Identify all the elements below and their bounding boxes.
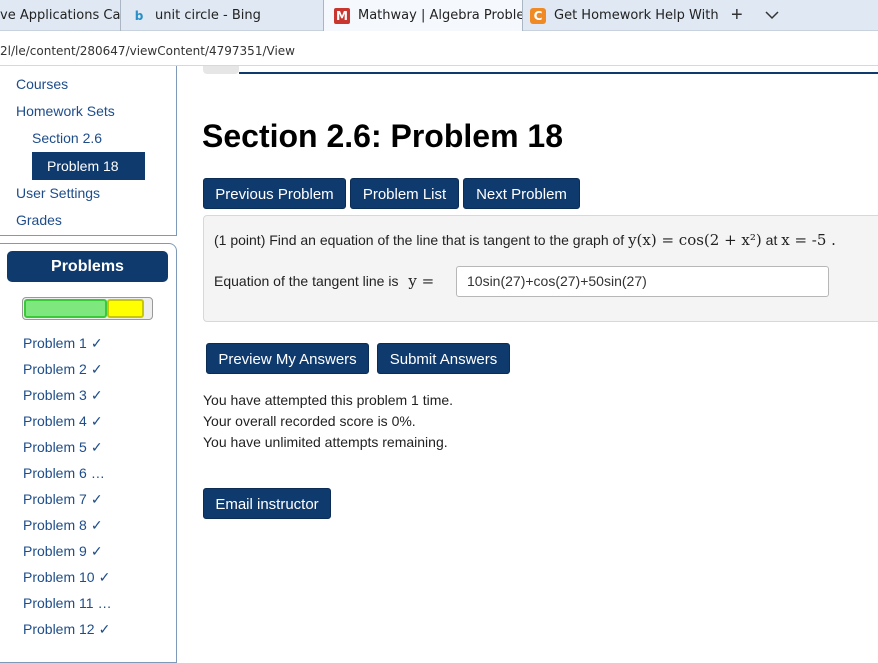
problem-item-label: Problem 10	[23, 569, 95, 585]
question-prefix: (1 point) Find an equation of the line t…	[214, 232, 625, 248]
problem-item-label: Problem 2	[23, 361, 87, 377]
problems-heading: Problems	[7, 251, 168, 282]
tab-chegg[interactable]: C Get Homework Help With C	[523, 0, 723, 31]
problems-panel: Problems Problem 1 ✓ Problem 2 ✓ Problem 3 ✓ P…	[0, 243, 177, 663]
problem-list-item[interactable]: Problem 10 ✓	[23, 569, 110, 586]
preview-answers-button[interactable]: Preview My Answers	[206, 343, 369, 374]
problem-list-item[interactable]: Problem 2 ✓	[23, 361, 103, 378]
nav-section[interactable]: Section 2.6	[32, 130, 102, 146]
email-instructor-button[interactable]: Email instructor	[203, 488, 331, 519]
page-title: Section 2.6: Problem 18	[202, 118, 564, 154]
problem-status-icon: ✓	[98, 621, 111, 637]
nav-current-problem[interactable]: Problem 18	[32, 152, 145, 180]
top-tab-stub	[203, 66, 239, 74]
submit-answers-button[interactable]: Submit Answers	[377, 343, 510, 374]
problem-item-label: Problem 9	[23, 543, 87, 559]
progress-partial	[107, 299, 144, 318]
problem-list-item[interactable]: Problem 5 ✓	[23, 439, 103, 456]
left-navigation: Courses Homework Sets Section 2.6 Proble…	[0, 66, 177, 236]
problem-list-item[interactable]: Problem 8 ✓	[23, 517, 103, 534]
answer-label: Equation of the tangent line is	[214, 273, 399, 289]
status-score: Your overall recorded score is 0%.	[203, 413, 416, 429]
nav-user-settings[interactable]: User Settings	[16, 185, 100, 201]
problem-item-label: Problem 11	[23, 595, 94, 611]
nav-homework-sets[interactable]: Homework Sets	[16, 103, 115, 119]
top-divider	[239, 72, 878, 74]
tab-mathway[interactable]: M Mathway | Algebra Problem	[324, 0, 523, 31]
question-at: at	[765, 232, 778, 248]
problem-status-icon: ✓	[90, 439, 103, 455]
tab-label: Get Homework Help With C	[554, 8, 723, 23]
problem-box: (1 point) Find an equation of the line t…	[203, 215, 878, 322]
question-point: x = -5 .	[781, 231, 836, 249]
problem-item-label: Problem 12	[23, 621, 95, 637]
tab-bing[interactable]: b unit circle - Bing	[121, 0, 324, 31]
problem-item-label: Problem 6	[23, 465, 87, 481]
progress-bar	[22, 297, 153, 320]
problem-list-item[interactable]: Problem 6…	[23, 465, 105, 481]
problem-list-item[interactable]: Problem 11…	[23, 595, 112, 611]
problem-list-item[interactable]: Problem 7 ✓	[23, 491, 103, 508]
problem-status-icon: ✓	[90, 335, 103, 351]
question-text: (1 point) Find an equation of the line t…	[214, 231, 836, 249]
problem-status-icon: …	[97, 595, 112, 611]
tab-label: unit circle - Bing	[155, 8, 261, 23]
problem-list-item[interactable]: Problem 3 ✓	[23, 387, 103, 404]
tab-label: ve Applications Calc	[0, 8, 121, 23]
progress-correct	[24, 299, 107, 318]
answer-variable: y =	[408, 272, 435, 290]
problem-list-item[interactable]: Problem 1 ✓	[23, 335, 103, 352]
problem-list-item[interactable]: Problem 12 ✓	[23, 621, 110, 638]
problem-status-icon: ✓	[90, 517, 103, 533]
problem-item-label: Problem 4	[23, 413, 87, 429]
answer-line: Equation of the tangent line is y =	[214, 272, 434, 290]
problem-item-label: Problem 8	[23, 517, 87, 533]
mathway-icon: M	[334, 7, 350, 24]
address-bar[interactable]: 2l/le/content/280647/viewContent/4797351…	[0, 31, 878, 66]
nav-grades[interactable]: Grades	[16, 212, 62, 228]
problem-list-item[interactable]: Problem 9 ✓	[23, 543, 103, 560]
chevron-down-icon[interactable]	[764, 7, 780, 23]
problem-item-label: Problem 3	[23, 387, 87, 403]
new-tab-button[interactable]: +	[731, 4, 743, 26]
problem-status-icon: ✓	[90, 361, 103, 377]
question-function: y(x) = cos(2 + x²)	[628, 231, 762, 249]
problem-item-label: Problem 5	[23, 439, 87, 455]
status-remaining: You have unlimited attempts remaining.	[203, 434, 448, 450]
answer-input[interactable]: 10sin(27)+cos(27)+50sin(27)	[456, 266, 829, 297]
problem-status-icon: ✓	[90, 543, 103, 559]
problem-list-item[interactable]: Problem 4 ✓	[23, 413, 103, 430]
url-text: 2l/le/content/280647/viewContent/4797351…	[0, 44, 295, 58]
tab-label: Mathway | Algebra Problem	[358, 8, 523, 23]
bing-icon: b	[134, 8, 144, 23]
chegg-icon: C	[530, 7, 546, 24]
problem-item-label: Problem 1	[23, 335, 87, 351]
status-attempts: You have attempted this problem 1 time.	[203, 392, 454, 408]
next-problem-button[interactable]: Next Problem	[463, 178, 580, 209]
tab-applications-calc[interactable]: ve Applications Calc	[0, 0, 121, 31]
browser-tab-strip: ve Applications Calc b unit circle - Bin…	[0, 0, 878, 31]
nav-courses[interactable]: Courses	[16, 76, 68, 92]
problem-item-label: Problem 7	[23, 491, 87, 507]
previous-problem-button[interactable]: Previous Problem	[203, 178, 346, 209]
problem-status-icon: ✓	[98, 569, 111, 585]
problem-status-icon: ✓	[90, 387, 103, 403]
problem-status-icon: ✓	[90, 491, 103, 507]
problem-status-icon: ✓	[90, 413, 103, 429]
problem-status-icon: …	[90, 465, 105, 481]
problem-list-button[interactable]: Problem List	[350, 178, 459, 209]
